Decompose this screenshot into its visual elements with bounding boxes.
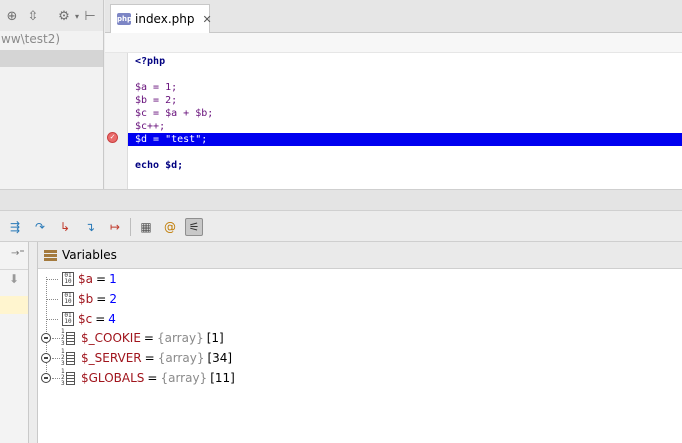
watch-icon[interactable]: @ <box>161 218 179 236</box>
tree-connector <box>46 277 47 380</box>
code-area[interactable]: <?php $a = 1; $b = 2; $c = $a + $b; $c++… <box>128 53 682 189</box>
editor-breadcrumb-strip <box>105 33 682 53</box>
variables-icon <box>44 249 57 261</box>
debug-toolbar: ⇶ ↷ ↳ ↴ ↦ ▦ @ ⚟ <box>0 211 682 242</box>
settings-icon[interactable]: ⚟ <box>185 218 203 236</box>
restore-layout-icon[interactable]: →⁼ <box>11 248 25 259</box>
step-over-icon[interactable]: ↷ <box>31 218 49 236</box>
code-line-7-execution-point: $d = "test"; <box>128 133 682 146</box>
tree-branch <box>46 279 58 280</box>
variable-row-server[interactable]: 123 $_SERVER = {array} [34] <box>61 348 232 368</box>
code-line-9: echo $d; <box>135 160 184 171</box>
tab-index-php[interactable]: php index.php ✕ <box>110 4 212 33</box>
variable-name: $_COOKIE <box>81 331 141 345</box>
breakpoint-icon[interactable]: ✓ <box>107 132 118 143</box>
panel-splitter[interactable] <box>0 189 682 211</box>
frames-selected-row[interactable] <box>0 296 28 314</box>
scalar-icon: 01 10 <box>62 312 74 326</box>
scalar-icon: 01 10 <box>62 292 74 306</box>
evaluate-expression-icon[interactable]: ▦ <box>137 218 155 236</box>
variable-type: {array} <box>160 371 208 385</box>
variable-name: $_SERVER <box>81 351 142 365</box>
tree-branch <box>46 299 58 300</box>
variable-value: 1 <box>109 272 117 286</box>
scalar-icon: 01 10 <box>62 272 74 286</box>
variable-count: [34] <box>207 351 233 365</box>
variables-title: Variables <box>62 248 117 262</box>
variable-name: $GLOBALS <box>81 371 145 385</box>
tree-branch <box>46 319 58 320</box>
frames-panel: →⁼ ⬇ <box>0 242 29 443</box>
expand-icon[interactable] <box>41 373 51 383</box>
editor-gutter[interactable]: ✓ <box>105 53 128 189</box>
editor-tab-bar: php index.php ✕ <box>105 0 682 33</box>
code-editor: php index.php ✕ ✓ <?php $a = 1; $b = 2; … <box>105 0 682 189</box>
collapse-icon[interactable]: ⇳ <box>25 9 41 25</box>
force-step-into-icon[interactable]: ↴ <box>81 218 99 236</box>
variable-row-c[interactable]: 01 10 $c = 4 <box>62 309 116 329</box>
run-to-cursor-icon[interactable]: ↦ <box>106 218 124 236</box>
variable-value: 4 <box>108 312 116 326</box>
code-line-6: $c++; <box>135 121 166 132</box>
code-line-3: $a = 1; <box>135 82 178 93</box>
tree-branch <box>52 358 60 359</box>
variable-count: [1] <box>206 331 224 345</box>
close-icon[interactable]: ✕ <box>202 13 211 26</box>
tree-branch <box>52 378 60 379</box>
variable-row-cookie[interactable]: 123 $_COOKIE = {array} [1] <box>61 328 224 348</box>
project-toolbar: ⊕ ⇳ ⚙ ▾ ⊢ <box>0 0 103 32</box>
variable-type: {array} <box>156 331 204 345</box>
variables-header: Variables <box>38 242 682 269</box>
php-file-icon: php <box>117 13 133 25</box>
variable-row-a[interactable]: 01 10 $a = 1 <box>62 269 117 289</box>
project-tree-selected-row[interactable] <box>0 50 103 67</box>
project-panel: ⊕ ⇳ ⚙ ▾ ⊢ ww\test2) <box>0 0 104 189</box>
variables-panel: Variables 01 10 $a = 1 01 10 $b = 2 01 10 $… <box>37 242 682 443</box>
tab-label: index.php <box>135 12 195 26</box>
crosshair-icon[interactable]: ⊕ <box>4 9 20 25</box>
show-execution-point-icon[interactable]: ⇶ <box>6 218 24 236</box>
variable-type: {array} <box>157 351 205 365</box>
code-line-1: <?php <box>135 56 166 67</box>
variable-row-b[interactable]: 01 10 $b = 2 <box>62 289 117 309</box>
array-icon: 123 <box>61 349 77 367</box>
expand-icon[interactable] <box>41 353 51 363</box>
variable-count: [11] <box>210 371 235 385</box>
variable-name: $b <box>78 292 94 306</box>
array-icon: 123 <box>61 369 77 387</box>
variable-name: $a <box>78 272 93 286</box>
variable-name: $c <box>78 312 93 326</box>
code-line-5: $c = $a + $b; <box>135 108 214 119</box>
toolbar-separator <box>130 218 131 236</box>
variable-value: 2 <box>109 292 117 306</box>
step-into-icon[interactable]: ↳ <box>56 218 74 236</box>
variable-row-globals[interactable]: 123 $GLOBALS = {array} [11] <box>61 368 235 388</box>
code-line-4: $b = 2; <box>135 95 178 106</box>
frames-header: →⁼ <box>0 242 28 270</box>
project-path: ww\test2) <box>0 31 103 48</box>
down-arrow-icon[interactable]: ⬇ <box>9 272 19 286</box>
expand-icon[interactable] <box>41 333 51 343</box>
array-icon: 123 <box>61 329 77 347</box>
tree-branch <box>52 338 60 339</box>
hide-icon[interactable]: ⊢ <box>82 9 98 25</box>
